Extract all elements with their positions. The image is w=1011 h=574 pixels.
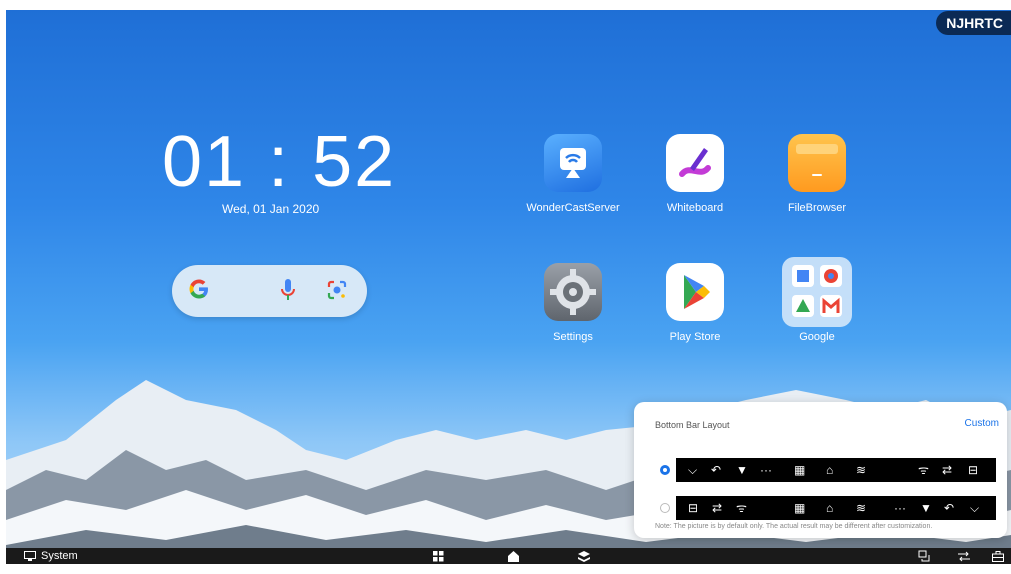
apps-button[interactable] — [433, 548, 444, 564]
pen-icon: ▼ — [736, 463, 748, 477]
system-bottom-bar: System — [6, 548, 1011, 564]
wifi-icon: ᯤ — [918, 463, 929, 477]
layers-icon: ≋ — [856, 463, 867, 477]
google-folder-icon — [782, 257, 852, 327]
google-lens-icon[interactable] — [326, 279, 348, 301]
google-search-widget[interactable] — [172, 265, 367, 317]
bottom-bar-layout-panel: Bottom Bar Layout Custom ⌵ ↶ ▼ ··· ▦ ⌂ ≋… — [634, 402, 1007, 538]
gear-icon — [544, 263, 602, 321]
home-icon: ⌂ — [826, 501, 834, 515]
wifi-icon: ᯤ — [736, 501, 747, 515]
clock-time: 01 : 52 — [162, 122, 397, 202]
system-button[interactable]: System — [24, 548, 78, 564]
toolbox-icon: ⊟ — [688, 501, 699, 515]
apps-icon: ▦ — [794, 501, 806, 515]
back-icon: ↶ — [944, 501, 955, 515]
apps-icon — [433, 550, 444, 561]
monitor-icon — [24, 550, 36, 561]
switch-icon: ⇄ — [942, 463, 953, 477]
switch-button[interactable] — [958, 548, 970, 564]
more-icon: ··· — [894, 501, 906, 515]
more-icon: ··· — [760, 463, 772, 477]
layout-note: Note: The picture is by default only. Th… — [655, 523, 933, 530]
chevron-down-icon: ⌵ — [970, 501, 980, 515]
home-icon: ⌂ — [826, 463, 834, 477]
mic-icon[interactable] — [280, 278, 296, 302]
layers-button[interactable] — [578, 548, 590, 564]
app-label: Google — [799, 331, 835, 343]
folder-icon — [788, 134, 846, 192]
desktop: NJHRTC 01 : 52 Wed, 01 Jan 2020 WonderCa… — [6, 10, 1011, 564]
app-whiteboard[interactable]: Whiteboard — [640, 134, 750, 214]
app-label: Settings — [553, 331, 593, 343]
google-icon[interactable] — [186, 276, 212, 302]
toolbox-icon — [992, 550, 1004, 562]
app-play-store[interactable]: Play Store — [640, 263, 750, 343]
app-label: WonderCastServer — [526, 202, 620, 214]
user-badge[interactable]: NJHRTC — [936, 11, 1011, 35]
layout-option-1-radio[interactable] — [660, 465, 670, 475]
wondercast-icon — [544, 134, 602, 192]
layout-option-2-radio[interactable] — [660, 503, 670, 513]
app-label: FileBrowser — [787, 202, 847, 214]
app-wondercastserver[interactable]: WonderCastServer — [518, 134, 628, 214]
app-google-folder[interactable]: Google — [762, 257, 872, 343]
play-store-icon — [666, 263, 724, 321]
screen-share-icon — [918, 550, 930, 562]
home-icon — [508, 550, 519, 562]
app-settings[interactable]: Settings — [518, 263, 628, 343]
app-label: Whiteboard — [666, 202, 724, 214]
screen-share-button[interactable] — [918, 548, 930, 564]
custom-button[interactable]: Custom — [965, 418, 999, 429]
switch-icon — [958, 551, 970, 561]
clock-date: Wed, 01 Jan 2020 — [222, 202, 320, 216]
layout-option-1-preview[interactable]: ⌵ ↶ ▼ ··· ▦ ⌂ ≋ ᯤ ⇄ ⊟ — [676, 458, 996, 482]
home-button[interactable] — [508, 548, 519, 564]
pen-icon: ▼ — [920, 501, 932, 515]
layout-option-2-preview[interactable]: ⊟ ⇄ ᯤ ▦ ⌂ ≋ ··· ▼ ↶ ⌵ — [676, 496, 996, 520]
toolbox-icon: ⊟ — [968, 463, 979, 477]
back-icon: ↶ — [711, 463, 722, 477]
layers-icon: ≋ — [856, 501, 867, 515]
whiteboard-icon — [666, 134, 724, 192]
toolbox-button[interactable] — [992, 548, 1004, 564]
layers-icon — [578, 550, 590, 562]
app-label: Play Store — [669, 331, 721, 343]
system-label: System — [41, 550, 78, 562]
chevron-down-icon: ⌵ — [688, 463, 698, 477]
switch-icon: ⇄ — [712, 501, 723, 515]
panel-title: Bottom Bar Layout — [655, 420, 730, 430]
apps-icon: ▦ — [794, 463, 806, 477]
app-filebrowser[interactable]: FileBrowser — [762, 134, 872, 214]
